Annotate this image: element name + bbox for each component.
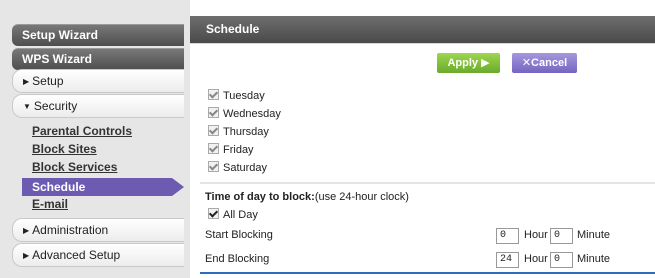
day-row-friday: Friday	[208, 142, 254, 158]
checkbox-all-day[interactable]	[208, 208, 219, 219]
day-row-saturday: Saturday	[208, 160, 267, 176]
end-minute-input[interactable]: 0	[550, 252, 573, 268]
time-title-bold: Time of day to block:	[205, 191, 315, 203]
security-label: Security	[33, 99, 78, 113]
checkbox-wednesday[interactable]	[208, 107, 219, 118]
arrow-right-icon: ▶	[23, 77, 30, 86]
start-blocking-label: Start Blocking	[205, 229, 273, 241]
sidebar-item-schedule[interactable]: Schedule	[22, 178, 184, 196]
minute-unit-label: Minute	[577, 253, 611, 265]
sidebar-item-block-services[interactable]: Block Services	[32, 160, 117, 174]
day-label: Wednesday	[223, 108, 281, 120]
time-of-day-title: Time of day to block:(use 24-hour clock)	[205, 191, 409, 203]
arrow-down-icon: ▼	[23, 102, 31, 111]
start-hour-input[interactable]: 0	[496, 228, 519, 244]
sidebar-item-block-sites[interactable]: Block Sites	[32, 142, 97, 156]
minute-unit-label: Minute	[577, 229, 611, 241]
security-menu[interactable]: ▼ Security	[12, 94, 184, 118]
all-day-label: All Day	[223, 209, 258, 221]
hour-unit-label: Hour	[524, 229, 548, 241]
divider	[200, 182, 655, 184]
apply-button[interactable]: Apply ▶	[437, 53, 500, 73]
administration-menu[interactable]: ▶ Administration	[12, 218, 184, 242]
sidebar-item-parental-controls[interactable]: Parental Controls	[32, 124, 132, 138]
setup-wizard-button[interactable]: Setup Wizard	[12, 24, 184, 46]
checkbox-thursday[interactable]	[208, 125, 219, 136]
arrow-right-icon: ▶	[23, 251, 30, 260]
arrow-right-icon: ▶	[23, 226, 30, 235]
advanced-setup-menu[interactable]: ▶ Advanced Setup	[12, 243, 184, 267]
day-label: Saturday	[223, 162, 268, 174]
hour-unit-label: Hour	[524, 253, 548, 265]
all-day-row: All Day	[208, 208, 258, 221]
setup-menu[interactable]: ▶ Setup	[12, 69, 184, 93]
end-hour-input[interactable]: 24	[496, 252, 519, 268]
divider	[200, 272, 655, 274]
time-title-note: (use 24-hour clock)	[314, 191, 409, 203]
setup-label: Setup	[32, 74, 64, 88]
sidebar: Setup Wizard WPS Wizard ▶ Setup ▼ Security…	[0, 0, 190, 278]
page-title: Schedule	[190, 16, 655, 43]
day-label: Thursday	[223, 126, 269, 138]
divider	[190, 43, 655, 44]
day-row-tuesday: Tuesday	[208, 88, 265, 104]
administration-label: Administration	[32, 223, 109, 237]
day-row-wednesday: Wednesday	[208, 106, 281, 122]
checkbox-tuesday[interactable]	[208, 89, 219, 100]
day-label: Tuesday	[223, 90, 265, 102]
end-blocking-label: End Blocking	[205, 253, 270, 265]
day-label: Friday	[223, 144, 254, 156]
checkbox-saturday[interactable]	[208, 161, 219, 172]
sidebar-item-email[interactable]: E-mail	[32, 197, 68, 211]
checkbox-friday[interactable]	[208, 143, 219, 154]
wps-wizard-button[interactable]: WPS Wizard	[12, 48, 184, 70]
cancel-button[interactable]: ✕Cancel	[512, 53, 577, 73]
advanced-setup-label: Advanced Setup	[32, 248, 121, 262]
day-row-thursday: Thursday	[208, 124, 269, 140]
start-minute-input[interactable]: 0	[550, 228, 573, 244]
